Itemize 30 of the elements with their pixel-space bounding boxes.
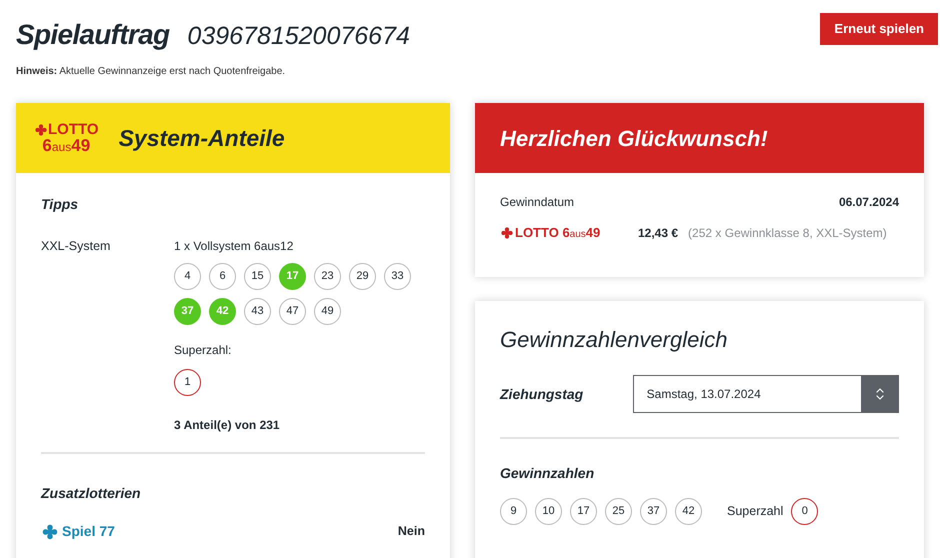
card-title: System-Anteile xyxy=(118,124,285,153)
page-title: Spielauftrag xyxy=(16,18,170,52)
clover-icon xyxy=(34,122,48,136)
logo-text: Spiel 77 xyxy=(62,522,115,541)
shares-text: 3 Anteil(e) von 231 xyxy=(174,417,281,434)
win-detail: (252 x Gewinnklasse 8, XXL-System) xyxy=(688,225,887,242)
card-title: Herzlichen Glückwunsch! xyxy=(500,124,768,152)
superzahl-label: Superzahl xyxy=(727,503,784,520)
logo-text: 6aus49 xyxy=(42,137,90,154)
field-label: Ziehungstag xyxy=(500,384,584,404)
replay-button[interactable]: Erneut spielen xyxy=(820,13,938,45)
clover-icon xyxy=(500,226,514,240)
logo-text: LOTTO 6aus49 xyxy=(515,226,600,240)
extra-value: Nein xyxy=(398,523,425,540)
date-select[interactable]: Samstag, 13.07.2024 xyxy=(632,375,899,413)
win-amount: 12,43 € xyxy=(638,225,678,242)
logo-text: LOTTO xyxy=(48,122,99,137)
win-date: 06.07.2024 xyxy=(838,194,899,211)
card-title: Gewinnzahlenvergleich xyxy=(500,326,728,354)
updown-icon xyxy=(874,386,884,402)
section-heading: Tipps xyxy=(41,195,80,214)
section-heading: Gewinnzahlen xyxy=(500,464,596,483)
order-number: 0396781520076674 xyxy=(187,21,410,52)
superzahl-label: Superzahl: xyxy=(174,342,232,359)
tip-label: XXL-System xyxy=(41,238,112,255)
clover-icon xyxy=(41,522,59,540)
date-label: Gewinndatum xyxy=(500,194,574,211)
tip-description: 1 x Vollsystem 6aus12 xyxy=(174,238,294,255)
hint-text: Hinweis: Aktuelle Gewinnanzeige erst nach Quotenfreigabe. xyxy=(16,65,286,79)
section-heading: Zusatzlotterien xyxy=(41,484,142,503)
